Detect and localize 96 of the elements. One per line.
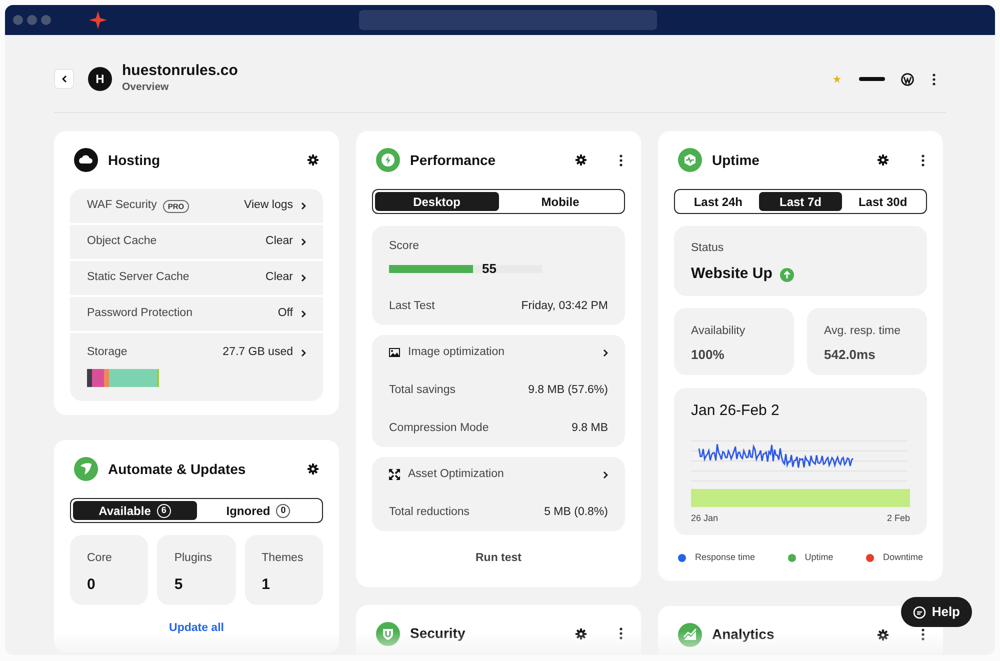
lightning-icon <box>376 148 400 172</box>
stat-value: 5 <box>174 574 184 594</box>
chat-icon <box>912 606 926 618</box>
more-icon[interactable] <box>619 154 623 166</box>
metric-value: 542.0ms <box>824 346 876 364</box>
chevron-icon[interactable] <box>301 274 306 282</box>
row-label: Last Test <box>389 299 436 314</box>
card-title: Automate & Updates <box>108 460 247 479</box>
stat-label: Core <box>87 551 113 566</box>
stat-label: Plugins <box>174 551 214 566</box>
shield-icon <box>376 622 400 646</box>
status-value: Website Up <box>691 264 772 284</box>
settings-icon[interactable] <box>307 154 319 166</box>
chart-title: Jan 26-Feb 2 <box>691 401 780 421</box>
score-value: 55 <box>482 260 496 278</box>
settings-icon[interactable] <box>307 463 319 476</box>
run-test-button[interactable]: Run test <box>476 550 522 567</box>
row-label: Compression Mode <box>389 421 490 436</box>
status-label: Status <box>691 241 725 256</box>
row-label: Storage <box>87 345 128 360</box>
back-icon <box>62 75 66 83</box>
row-value: 9.8 MB (57.6%) <box>528 383 608 398</box>
row-label: Total savings <box>389 383 456 398</box>
legend-label: Downtime <box>882 551 923 564</box>
image-icon <box>389 348 400 358</box>
tab[interactable]: Last 30d <box>842 192 924 211</box>
metric-value: 100% <box>691 346 726 364</box>
count-badge: 0 <box>276 504 290 518</box>
tab[interactable]: Last 7d <box>759 192 842 211</box>
stat-value: 1 <box>262 574 271 594</box>
stat-value: 0 <box>87 574 96 594</box>
card-title: Analytics <box>712 625 776 644</box>
tab[interactable]: Desktop <box>375 192 498 211</box>
update-link[interactable]: Update all <box>169 622 224 634</box>
chevron-icon[interactable] <box>301 310 306 318</box>
storage-bar-drawing <box>87 369 159 388</box>
help-button[interactable]: Help <box>900 597 972 627</box>
stat-label: Themes <box>262 551 304 566</box>
settings-icon[interactable] <box>877 628 889 640</box>
settings-icon[interactable] <box>575 154 587 166</box>
row-value: Off <box>278 306 293 322</box>
chevron-icon[interactable] <box>301 238 306 246</box>
site-avatar: H <box>88 67 112 91</box>
arrow-up-icon <box>780 268 794 282</box>
chevron-icon[interactable] <box>603 348 608 357</box>
legend-label: Response time <box>695 551 756 564</box>
settings-icon[interactable] <box>575 628 587 640</box>
chart-icon <box>678 622 702 646</box>
tab[interactable]: Mobile <box>498 192 622 211</box>
site-name: huestonrules.co <box>122 62 239 80</box>
more-icon[interactable] <box>921 154 925 166</box>
card-title: Security <box>410 624 466 644</box>
sparkle-icon <box>89 11 107 29</box>
axis-label: 2 Feb <box>886 512 910 524</box>
more-icon[interactable] <box>932 72 936 86</box>
status-pill[interactable] <box>859 77 885 81</box>
star-icon[interactable] <box>833 75 841 83</box>
compress-icon <box>389 469 400 480</box>
axis-label: 26 Jan <box>691 512 718 524</box>
row-value: Clear <box>266 270 293 286</box>
row-label: WAF Security <box>87 198 157 214</box>
chevron-icon[interactable] <box>301 202 306 210</box>
count-badge: 6 <box>156 504 171 518</box>
row-value: 27.7 GB used <box>222 345 293 360</box>
chevron-icon[interactable] <box>301 348 306 357</box>
back-button[interactable] <box>54 69 74 89</box>
row-label: Static Server Cache <box>87 270 190 286</box>
row-value: 5 MB (0.8%) <box>544 505 608 520</box>
tab[interactable]: Ignored 0 <box>196 501 320 520</box>
row-value: Clear <box>266 234 293 250</box>
chevron-icon[interactable] <box>603 470 608 479</box>
row-value: View logs <box>244 198 293 214</box>
settings-icon[interactable] <box>877 154 889 166</box>
row-label: Password Protection <box>87 306 194 322</box>
page-subtitle: Overview <box>122 80 170 96</box>
metric-label: Availability <box>691 324 746 339</box>
row-value: 9.8 MB <box>572 421 608 436</box>
cloud-icon <box>74 148 98 172</box>
tab[interactable]: Available 6 <box>73 501 196 520</box>
card-title: Performance <box>410 150 497 170</box>
row-label: Score <box>389 239 420 254</box>
more-icon[interactable] <box>619 627 623 640</box>
more-icon[interactable] <box>921 628 925 641</box>
metric-label: Avg. resp. time <box>824 324 902 339</box>
row-label: Image optimization <box>408 345 506 360</box>
tab[interactable]: Last 24h <box>677 192 760 211</box>
heartbeat-icon <box>678 148 702 172</box>
legend-label: Uptime <box>804 551 834 564</box>
row-label: Object Cache <box>87 234 158 250</box>
wordpress-icon[interactable] <box>901 72 914 86</box>
card-title: Uptime <box>712 150 760 170</box>
row-label: Asset Optimization <box>408 467 505 482</box>
row-label: Total reductions <box>389 505 471 520</box>
leaf-icon <box>74 457 98 482</box>
row-value: Friday, 03:42 PM <box>521 299 608 314</box>
card-title: Hosting <box>108 150 162 170</box>
